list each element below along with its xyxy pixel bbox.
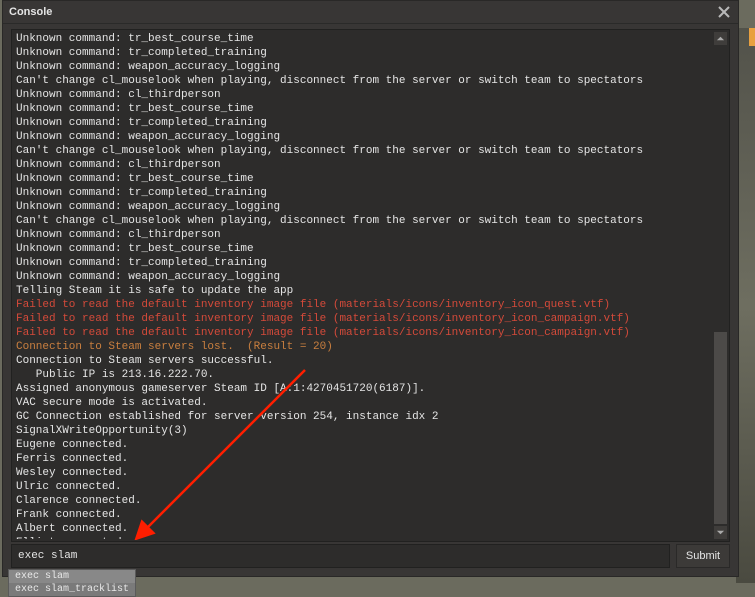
submit-button[interactable]: Submit bbox=[676, 544, 730, 568]
chevron-up-icon bbox=[716, 34, 725, 43]
console-line: Unknown command: tr_best_course_time bbox=[16, 172, 713, 186]
console-line: Unknown command: weapon_accuracy_logging bbox=[16, 200, 713, 214]
console-line: Unknown command: cl_thirdperson bbox=[16, 228, 713, 242]
close-button[interactable] bbox=[716, 4, 732, 20]
close-icon bbox=[717, 5, 731, 19]
title-bar[interactable]: Console bbox=[3, 1, 738, 24]
console-line: Frank connected. bbox=[16, 508, 713, 522]
console-line: Assigned anonymous gameserver Steam ID [… bbox=[16, 382, 713, 396]
window-title: Console bbox=[9, 6, 716, 18]
autocomplete-item[interactable]: exec slam bbox=[9, 570, 135, 583]
console-line: Public IP is 213.16.222.70. bbox=[16, 368, 713, 382]
console-line: Unknown command: cl_thirdperson bbox=[16, 158, 713, 172]
console-input-row: Submit bbox=[11, 544, 730, 568]
console-line: Unknown command: tr_best_course_time bbox=[16, 102, 713, 116]
console-line: Albert connected. bbox=[16, 522, 713, 536]
console-input[interactable] bbox=[11, 544, 670, 568]
console-line: Failed to read the default inventory ima… bbox=[16, 298, 713, 312]
console-line: Unknown command: tr_completed_training bbox=[16, 46, 713, 60]
console-line: Unknown command: tr_completed_training bbox=[16, 116, 713, 130]
console-line: Ferris connected. bbox=[16, 452, 713, 466]
console-line: Unknown command: tr_best_course_time bbox=[16, 242, 713, 256]
autocomplete-item[interactable]: exec slam_tracklist bbox=[9, 583, 135, 596]
console-line: Unknown command: tr_best_course_time bbox=[16, 32, 713, 46]
autocomplete-popup[interactable]: exec slamexec slam_tracklist bbox=[8, 569, 136, 597]
console-line: Failed to read the default inventory ima… bbox=[16, 312, 713, 326]
console-line: Unknown command: weapon_accuracy_logging bbox=[16, 270, 713, 284]
console-line: SignalXWriteOpportunity(3) bbox=[16, 424, 713, 438]
console-output-area: Unknown command: tr_best_course_timeUnkn… bbox=[11, 29, 730, 542]
console-output[interactable]: Unknown command: tr_best_course_timeUnkn… bbox=[16, 32, 713, 539]
scroll-down-button[interactable] bbox=[714, 526, 727, 539]
console-line: Unknown command: tr_completed_training bbox=[16, 256, 713, 270]
console-line: Wesley connected. bbox=[16, 466, 713, 480]
scroll-up-button[interactable] bbox=[714, 32, 727, 45]
console-line: Can't change cl_mouselook when playing, … bbox=[16, 144, 713, 158]
console-line: Eugene connected. bbox=[16, 438, 713, 452]
console-line: GC Connection established for server ver… bbox=[16, 410, 713, 424]
console-line: Clarence connected. bbox=[16, 494, 713, 508]
scrollbar[interactable] bbox=[714, 32, 727, 539]
console-line: Connection to Steam servers lost. (Resul… bbox=[16, 340, 713, 354]
console-line: Can't change cl_mouselook when playing, … bbox=[16, 74, 713, 88]
console-line: Elliot connected. bbox=[16, 536, 713, 539]
scroll-thumb[interactable] bbox=[714, 332, 727, 524]
console-line: Unknown command: cl_thirdperson bbox=[16, 88, 713, 102]
console-line: Unknown command: weapon_accuracy_logging bbox=[16, 60, 713, 74]
console-line: Unknown command: weapon_accuracy_logging bbox=[16, 130, 713, 144]
chevron-down-icon bbox=[716, 528, 725, 537]
console-line: Unknown command: tr_completed_training bbox=[16, 186, 713, 200]
console-line: Failed to read the default inventory ima… bbox=[16, 326, 713, 340]
background-accent bbox=[749, 28, 755, 46]
console-line: Can't change cl_mouselook when playing, … bbox=[16, 214, 713, 228]
console-line: VAC secure mode is activated. bbox=[16, 396, 713, 410]
console-line: Telling Steam it is safe to update the a… bbox=[16, 284, 713, 298]
console-line: Ulric connected. bbox=[16, 480, 713, 494]
console-line: Connection to Steam servers successful. bbox=[16, 354, 713, 368]
console-window: Console Unknown command: tr_best_course_… bbox=[2, 0, 739, 577]
